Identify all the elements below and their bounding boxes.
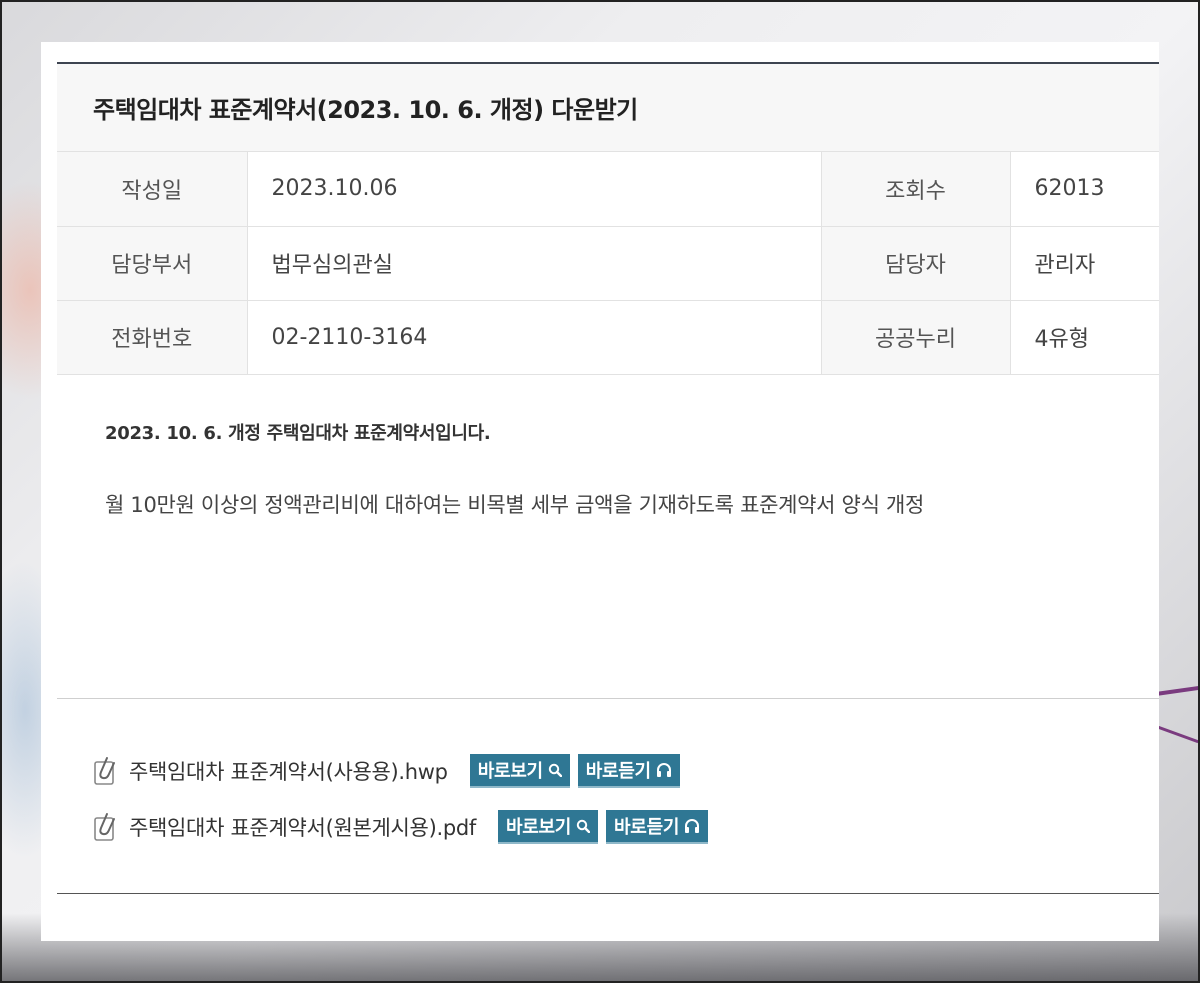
- attachment-filename[interactable]: 주택임대차 표준계약서(원본게시용).pdf: [129, 812, 476, 842]
- post-info-table: 작성일 2023.10.06 조회수 62013 담당부서 법무심의관실 담당자…: [57, 152, 1159, 375]
- department-label: 담당부서: [57, 226, 248, 301]
- headphones-icon: [656, 762, 672, 778]
- content-panel: 주택임대차 표준계약서(2023. 10. 6. 개정) 다운받기 작성일 20…: [41, 42, 1159, 941]
- views-label: 조회수: [820, 152, 1011, 227]
- attachment-item: 주택임대차 표준계약서(원본게시용).pdf 바로보기 바로듣기: [91, 809, 1159, 845]
- content-lead: 2023. 10. 6. 개정 주택임대차 표준계약서입니다.: [105, 422, 491, 444]
- preview-button-label: 바로보기: [506, 816, 572, 838]
- content-body: 월 10만원 이상의 정액관리비에 대하여는 비목별 세부 금액을 기재하도록 …: [105, 492, 925, 517]
- magnifier-icon: [576, 819, 591, 833]
- listen-button-label: 바로듣기: [614, 816, 680, 838]
- info-row: 담당부서 법무심의관실 담당자 관리자: [57, 226, 1159, 301]
- info-row: 전화번호 02-2110-3164 공공누리 4유형: [57, 300, 1159, 375]
- attachment-list: 주택임대차 표준계약서(사용용).hwp 바로보기 바로듣기 주택임대차 표준계…: [57, 699, 1159, 894]
- post-title: 주택임대차 표준계약서(2023. 10. 6. 개정) 다운받기: [93, 96, 638, 124]
- manager-label: 담당자: [820, 226, 1011, 301]
- preview-button[interactable]: 바로보기: [498, 809, 599, 844]
- headphones-icon: [684, 818, 700, 834]
- attachment-item: 주택임대차 표준계약서(사용용).hwp 바로보기 바로듣기: [91, 753, 1159, 789]
- views-value: 62013: [1010, 152, 1159, 227]
- department-value: 법무심의관실: [247, 226, 821, 301]
- attachment-filename[interactable]: 주택임대차 표준계약서(사용용).hwp: [129, 756, 448, 786]
- date-value: 2023.10.06: [247, 152, 821, 227]
- phone-value: 02-2110-3164: [247, 300, 821, 375]
- date-label: 작성일: [57, 152, 248, 227]
- post-header: 주택임대차 표준계약서(2023. 10. 6. 개정) 다운받기: [57, 62, 1159, 152]
- magnifier-icon: [548, 763, 562, 777]
- paperclip-icon: [91, 756, 119, 786]
- manager-value: 관리자: [1010, 226, 1159, 301]
- post-content: 2023. 10. 6. 개정 주택임대차 표준계약서입니다. 월 10만원 이…: [57, 375, 1159, 699]
- preview-button-label: 바로보기: [477, 760, 543, 782]
- listen-button[interactable]: 바로듣기: [606, 809, 709, 844]
- board-view: 주택임대차 표준계약서(2023. 10. 6. 개정) 다운받기 작성일 20…: [57, 62, 1159, 894]
- license-label: 공공누리: [820, 300, 1011, 375]
- license-value: 4유형: [1010, 300, 1159, 375]
- preview-button[interactable]: 바로보기: [469, 753, 570, 788]
- phone-label: 전화번호: [57, 300, 248, 375]
- listen-button-label: 바로듣기: [585, 760, 651, 782]
- paperclip-icon: [91, 812, 119, 842]
- listen-button[interactable]: 바로듣기: [577, 753, 680, 788]
- info-row: 작성일 2023.10.06 조회수 62013: [57, 152, 1159, 227]
